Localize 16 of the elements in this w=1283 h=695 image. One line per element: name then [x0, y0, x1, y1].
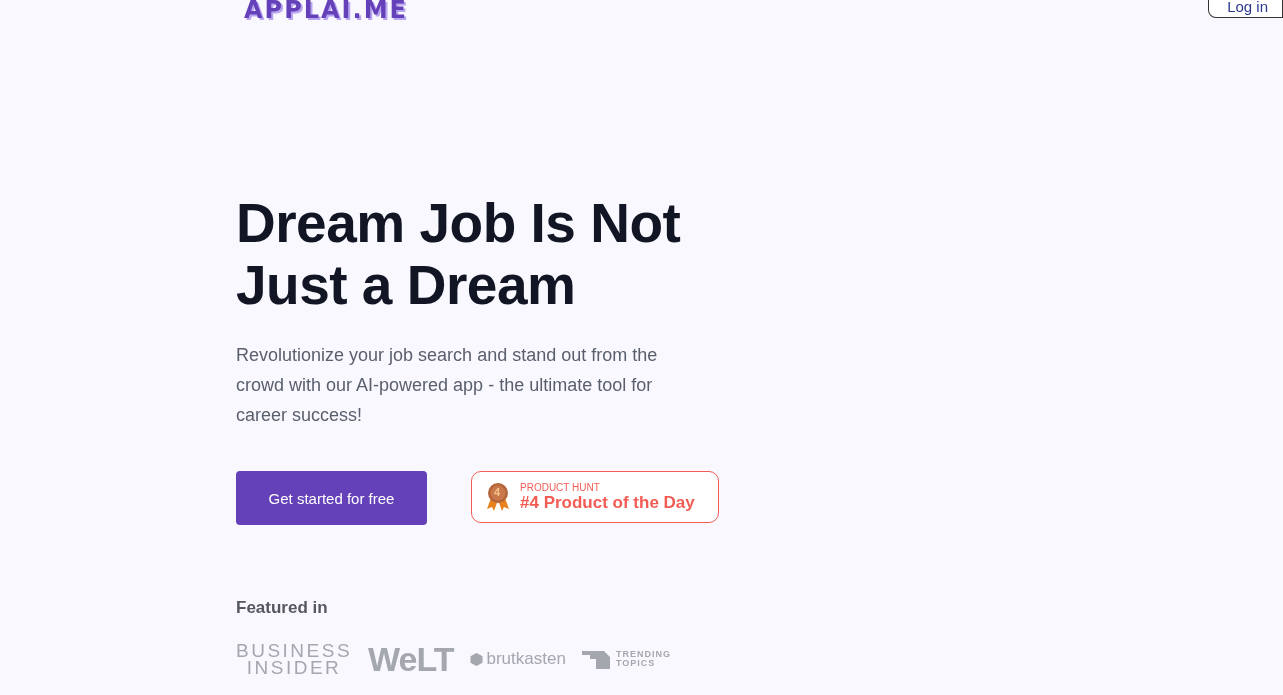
hero-title: Just a Dream	[236, 254, 576, 316]
hero-subtitle: Revolutionize your job search and stand out from the crowd with our AI-powered app - the ultimate tool for career success!	[236, 344, 659, 427]
medal-rank: 4	[494, 486, 501, 498]
badge-text: #4 Product of the Day	[520, 492, 695, 513]
hexagon-icon	[469, 652, 483, 666]
publication-logo: TRENDING TOPICS	[615, 650, 671, 668]
publication-logo: brutkasten	[486, 649, 566, 669]
badge-eyebrow: PRODUCT HUNT	[520, 481, 601, 493]
get-started-button[interactable]: Get started for free	[236, 471, 427, 525]
trending-mark-icon	[581, 649, 612, 669]
publication-logo: BUSINESS INSIDER	[236, 642, 353, 676]
featured-heading: Featured in	[236, 598, 329, 618]
login-button[interactable]: Log in	[1208, 0, 1283, 18]
hero-title: Dream Job Is Not	[236, 192, 681, 254]
logo[interactable]: APPLAI.ME	[244, 0, 408, 22]
publication-logo: WeLT	[368, 642, 454, 676]
